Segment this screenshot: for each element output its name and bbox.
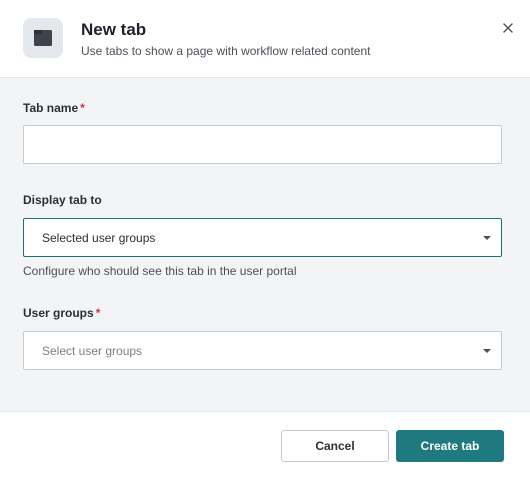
user-groups-select[interactable]: Select user groups [23,331,502,370]
create-tab-button[interactable]: Create tab [396,430,504,462]
chevron-down-icon [483,236,491,240]
display-tab-to-label: Display tab to [23,193,102,207]
required-mark: * [80,101,85,115]
dialog-body: Tab name * Display tab to Selected user g… [0,78,530,412]
close-icon[interactable] [500,20,516,36]
required-mark: * [95,306,101,320]
tab-name-input[interactable] [23,125,502,164]
dialog-header: New tab Use tabs to show a page with wor… [0,0,530,78]
display-tab-to-hint: Configure who should see this tab in the… [23,264,297,278]
dialog-subtitle: Use tabs to show a page with workflow re… [81,44,371,58]
user-groups-placeholder: Select user groups [42,344,143,358]
cancel-button[interactable]: Cancel [281,430,389,462]
dialog-footer: Cancel Create tab [0,412,530,478]
dialog-title: New tab [81,20,147,39]
chevron-down-icon [483,349,491,353]
display-tab-to-select[interactable]: Selected user groups [23,218,502,257]
display-tab-to-value: Selected user groups [42,231,156,245]
user-groups-label: User groups * [23,306,101,320]
tab-name-label: Tab name * [23,101,85,115]
browser-tab-icon [23,18,63,58]
